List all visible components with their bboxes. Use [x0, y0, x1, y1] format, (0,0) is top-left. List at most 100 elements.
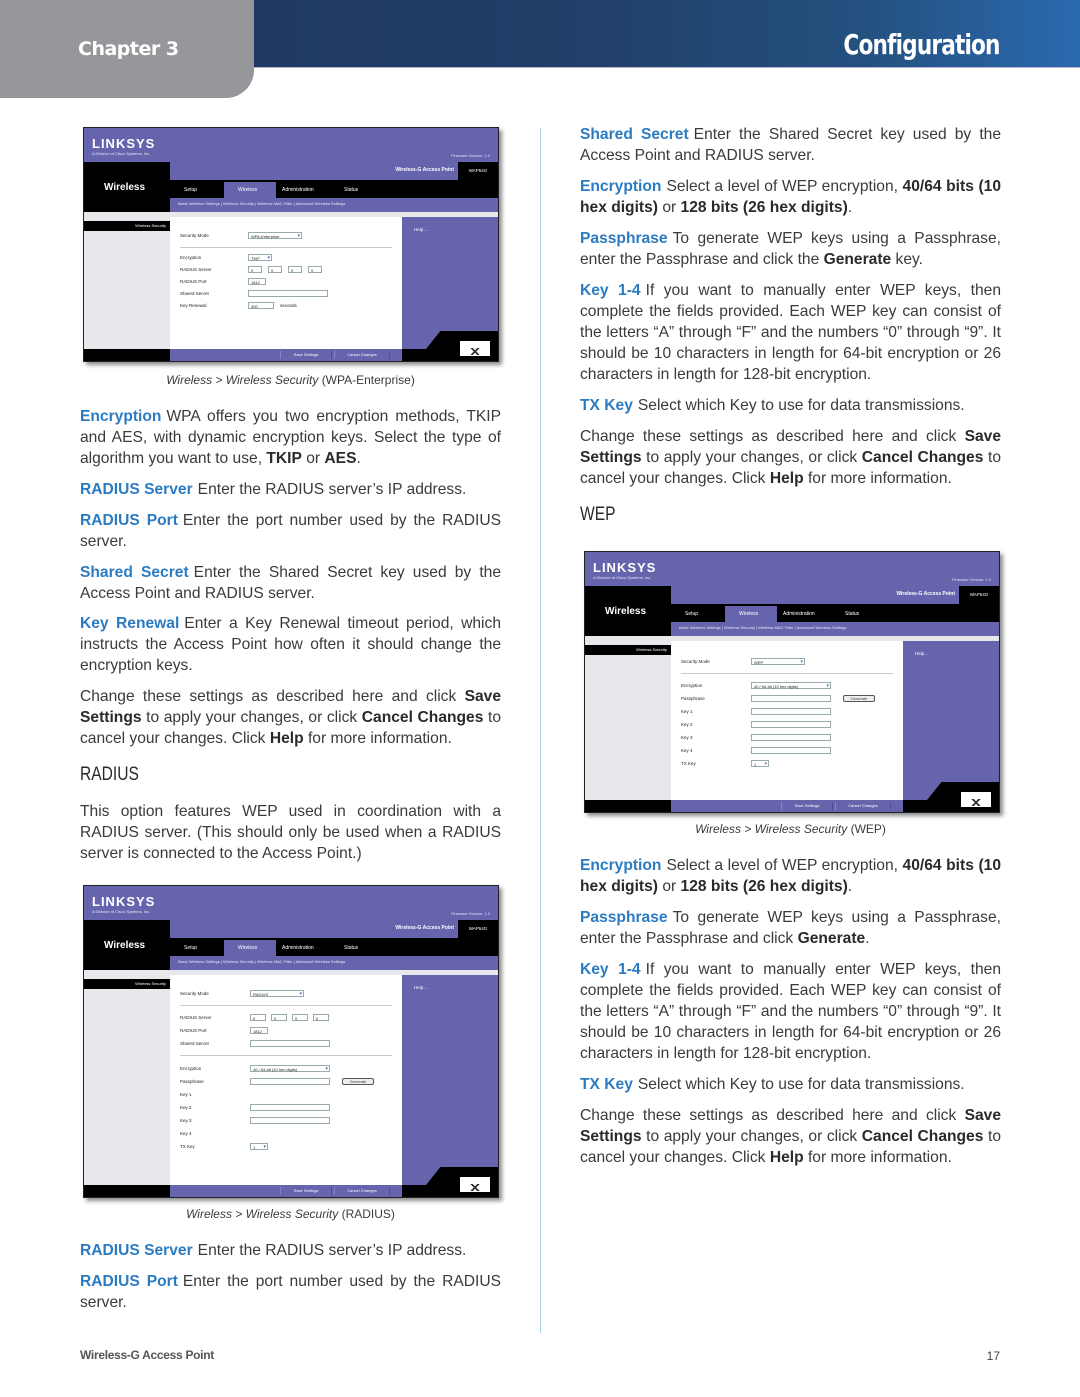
help-link[interactable]: Help...: [414, 227, 427, 232]
firmware-version: Firmware Version: 1.0: [451, 153, 490, 158]
radius-server-octet-2[interactable]: 0: [271, 1014, 287, 1021]
radius-server-octet-3[interactable]: 0: [288, 266, 302, 273]
tab-setup[interactable]: Setup: [184, 182, 197, 198]
radius-server-octet-1[interactable]: 0: [248, 266, 262, 273]
encryption-select[interactable]: 40 / 64-bit (10 hex digits): [250, 1065, 330, 1073]
tab-status[interactable]: Status: [845, 606, 859, 622]
tab-setup[interactable]: Setup: [184, 940, 197, 956]
help-link[interactable]: Help...: [414, 985, 427, 990]
tx-key-select[interactable]: 1: [751, 760, 769, 768]
sidebar-item-wireless-security[interactable]: Wireless Security: [84, 221, 170, 231]
save-settings-button[interactable]: Save Settings: [781, 802, 833, 810]
cancel-changes-button[interactable]: Cancel Changes: [835, 802, 891, 810]
paragraph-passphrase-r2: Passphrase To generate WEP keys using a P…: [580, 909, 1001, 947]
key-renewal-input[interactable]: 300: [248, 302, 274, 309]
figure-caption-wep: Wireless > Wireless Security (WEP): [695, 822, 886, 836]
encryption-select[interactable]: 40 / 64-bit (10 hex digits): [751, 682, 831, 690]
cisco-systems-logo: [460, 1177, 490, 1192]
figure-caption-wpa: Wireless > Wireless Security (WPA-Enterp…: [166, 373, 415, 387]
footer-product-name: Wireless-G Access Point: [80, 1348, 214, 1362]
radius-server-octet-4[interactable]: 0: [308, 266, 322, 273]
tab-status[interactable]: Status: [344, 940, 358, 956]
screenshot-radius: LINKSYS A Division of Cisco Systems, Inc…: [83, 885, 499, 1198]
radius-server-octet-4[interactable]: 0: [313, 1014, 329, 1021]
tab-wireless[interactable]: Wireless: [224, 182, 276, 198]
page-number: 17: [986, 1349, 1000, 1363]
cisco-systems-logo: [460, 341, 490, 356]
passphrase-input[interactable]: [250, 1078, 330, 1085]
paragraph-radius-server: RADIUS Server Enter the RADIUS server’s I…: [80, 481, 467, 498]
tx-key-select[interactable]: 1: [250, 1143, 268, 1151]
paragraph-change-settings: Change these settings as described here …: [80, 688, 501, 747]
radius-server-octet-2[interactable]: 0: [268, 266, 282, 273]
paragraph-key-renewal: Key Renewal Enter a Key Renewal timeout p…: [80, 615, 501, 674]
linksys-logo: LINKSYS: [593, 560, 657, 575]
radius-port-input[interactable]: 1812: [250, 1027, 268, 1034]
heading-wep: WEP: [580, 504, 616, 525]
passphrase-input[interactable]: [751, 695, 831, 702]
key-3-input[interactable]: [751, 734, 831, 741]
section-title: Configuration: [843, 28, 1001, 61]
tab-administration[interactable]: Administration: [783, 606, 815, 622]
save-settings-button[interactable]: Save Settings: [280, 351, 332, 359]
sub-tabs[interactable]: Basic Wireless Settings | Wireless Secur…: [170, 198, 498, 210]
generate-button[interactable]: Generate: [843, 695, 875, 702]
sub-tabs[interactable]: Basic Wireless Settings | Wireless Secur…: [671, 622, 999, 634]
paragraph-tx-key-r: TX Key Select which Key to use for data t…: [580, 397, 965, 414]
key-1-input[interactable]: [751, 708, 831, 715]
cisco-systems-logo: [961, 792, 991, 807]
key-2-input[interactable]: [250, 1104, 330, 1111]
radius-server-octet-1[interactable]: 0: [250, 1014, 266, 1021]
security-mode-select[interactable]: WPA-Enterprise: [248, 232, 302, 240]
generate-button[interactable]: Generate: [342, 1078, 374, 1085]
tab-wireless[interactable]: Wireless: [725, 606, 777, 622]
main-tabs: Setup Wireless Administration Status: [671, 606, 999, 622]
sidebar-item-wireless-security[interactable]: Wireless Security: [84, 979, 170, 989]
product-name: Wireless-G Access Point: [395, 925, 454, 931]
radius-port-input[interactable]: 1812: [248, 278, 266, 285]
linksys-logo: LINKSYS: [92, 894, 156, 909]
tab-administration[interactable]: Administration: [282, 940, 314, 956]
tab-administration[interactable]: Administration: [282, 182, 314, 198]
shared-secret-input[interactable]: [250, 1040, 330, 1047]
model-name: WAP54G: [458, 162, 498, 180]
encryption-select[interactable]: TKIP: [248, 254, 272, 262]
sidebar-item-wireless-security[interactable]: Wireless Security: [585, 645, 671, 655]
main-tabs: Setup Wireless Administration Status: [170, 940, 498, 956]
paragraph-change-settings-r: Change these settings as described here …: [580, 428, 1001, 487]
chapter-label: Chapter 3: [78, 38, 179, 60]
tab-wireless[interactable]: Wireless: [224, 940, 276, 956]
shared-secret-input[interactable]: [248, 290, 328, 297]
key-2-input[interactable]: [751, 721, 831, 728]
settings-form: Security Mode RADIUS RADIUS Server 0 0 0…: [170, 975, 402, 1185]
security-mode-select[interactable]: RADIUS: [250, 990, 304, 998]
screenshot-wep: LINKSYS A Division of Cisco Systems, Inc…: [584, 551, 1000, 813]
key-3-input[interactable]: [250, 1117, 330, 1124]
paragraph-radius-intro: This option features WEP used in coordin…: [80, 803, 501, 862]
paragraph-keys-r: Key 1-4 If you want to manually enter WEP…: [580, 282, 1001, 383]
paragraph-encryption: Encryption WPA offers you two encryption …: [80, 408, 501, 467]
paragraph-encryption-r: Encryption Select a level of WEP encrypti…: [580, 178, 1001, 216]
save-settings-button[interactable]: Save Settings: [280, 1187, 332, 1195]
paragraph-radius-port: RADIUS Port Enter the port number used by…: [80, 512, 501, 550]
paragraph-radius-server-2: RADIUS Server Enter the RADIUS server’s I…: [80, 1242, 467, 1259]
settings-form: Security Mode WEP Encryption 40 / 64-bit…: [671, 641, 903, 800]
column-divider: [540, 128, 541, 1333]
security-mode-select[interactable]: WEP: [751, 658, 805, 666]
radius-server-octet-3[interactable]: 0: [292, 1014, 308, 1021]
paragraph-radius-port-2: RADIUS Port Enter the port number used by…: [80, 1273, 501, 1311]
cancel-changes-button[interactable]: Cancel Changes: [334, 351, 390, 359]
help-link[interactable]: Help...: [915, 651, 928, 656]
linksys-logo: LINKSYS: [92, 136, 156, 151]
model-name: WAP54G: [959, 586, 999, 604]
paragraph-shared-secret-r: Shared Secret Enter the Shared Secret key…: [580, 126, 1001, 164]
paragraph-passphrase-r: Passphrase To generate WEP keys using a P…: [580, 230, 1001, 268]
sub-tabs[interactable]: Basic Wireless Settings | Wireless Secur…: [170, 956, 498, 968]
tab-status[interactable]: Status: [344, 182, 358, 198]
cancel-changes-button[interactable]: Cancel Changes: [334, 1187, 390, 1195]
paragraph-encryption-r2: Encryption Select a level of WEP encrypti…: [580, 857, 1001, 895]
screenshot-wpa-enterprise: LINKSYS A Division of Cisco Systems, Inc…: [83, 127, 499, 362]
tab-setup[interactable]: Setup: [685, 606, 698, 622]
key-4-input[interactable]: [751, 747, 831, 754]
paragraph-shared-secret: Shared Secret Enter the Shared Secret key…: [80, 564, 501, 602]
